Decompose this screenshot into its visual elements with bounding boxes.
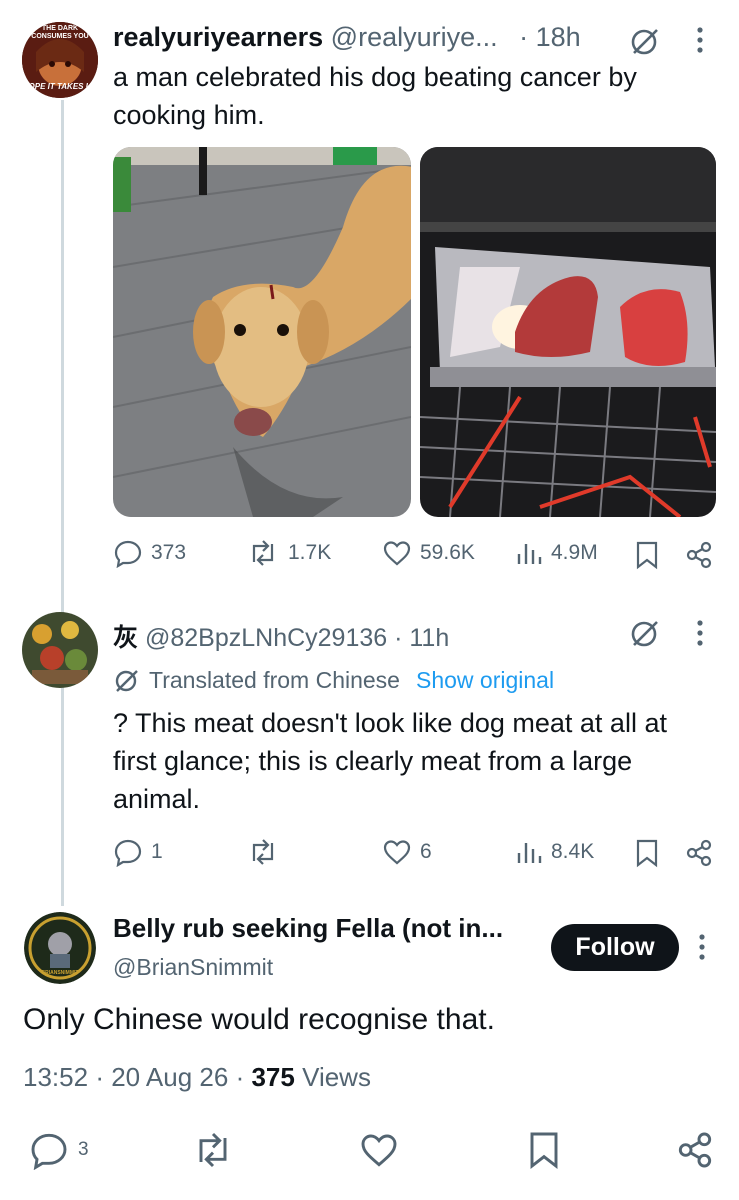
like-count: 6 bbox=[420, 840, 432, 863]
share-icon[interactable] bbox=[684, 838, 714, 873]
repost-icon bbox=[252, 540, 274, 566]
media-photo-oven[interactable] bbox=[420, 147, 716, 517]
avatar[interactable]: BRIANSNIMMIT bbox=[24, 912, 96, 984]
reply-button[interactable]: 3 bbox=[28, 1130, 89, 1170]
avatar-image bbox=[22, 612, 98, 688]
bookmark-icon[interactable] bbox=[528, 1130, 560, 1175]
post-date: 20 Aug 26 bbox=[111, 1062, 229, 1092]
tweet-meta: 13:52 · 20 Aug 26 · 375 Views bbox=[23, 1062, 371, 1092]
share-icon[interactable] bbox=[675, 1130, 715, 1175]
avatar[interactable] bbox=[22, 612, 98, 688]
media-photo-dog[interactable] bbox=[113, 147, 411, 517]
repost-icon[interactable] bbox=[190, 1130, 236, 1175]
repost-icon bbox=[252, 839, 274, 865]
translated-label: Translated from Chinese bbox=[149, 666, 400, 693]
views-icon bbox=[517, 544, 542, 564]
views-button[interactable]: 8.4K bbox=[515, 837, 594, 867]
tweet-text: a man celebrated his dog beating cancer … bbox=[113, 62, 637, 130]
repost-count: 1.7K bbox=[288, 541, 332, 564]
tweet-header: realyuriyearners @realyuriye... · 18h bbox=[113, 22, 581, 53]
like-button[interactable]: 59.6K bbox=[382, 538, 475, 568]
display-name[interactable]: realyuriyearners bbox=[113, 22, 323, 52]
show-original-link[interactable]: Show original bbox=[416, 667, 554, 694]
translate-icon bbox=[115, 670, 138, 692]
views-label[interactable]: Views bbox=[302, 1062, 371, 1092]
like-button[interactable]: 6 bbox=[382, 837, 432, 867]
more-icon[interactable] bbox=[693, 24, 707, 61]
views-icon bbox=[517, 843, 542, 863]
avatar[interactable]: THE DARK CONSUMES YOU OPE IT TAKES U bbox=[22, 22, 98, 98]
views-count[interactable]: 375 bbox=[251, 1062, 294, 1092]
tweet-header: 灰 @82BpzLNhCy29136 · 11h bbox=[113, 618, 449, 654]
display-name[interactable]: 灰 bbox=[113, 624, 138, 652]
grok-icon[interactable] bbox=[629, 25, 661, 62]
reply-count: 1 bbox=[151, 840, 163, 863]
share-icon[interactable] bbox=[684, 540, 714, 575]
avatar-caption-top: THE DARK CONSUMES YOU bbox=[31, 25, 89, 40]
translation-bar: Translated from Chinese Show original bbox=[113, 666, 554, 694]
reply-icon bbox=[31, 1133, 67, 1170]
reply-icon bbox=[114, 540, 142, 568]
thread-line bbox=[61, 100, 64, 906]
like-icon[interactable] bbox=[358, 1130, 400, 1175]
grok-icon[interactable] bbox=[629, 617, 661, 654]
reply-count: 3 bbox=[78, 1139, 89, 1160]
like-icon bbox=[383, 840, 411, 865]
avatar-caption: BRIANSNIMMIT bbox=[41, 970, 79, 976]
handle[interactable]: @BrianSnimmit bbox=[113, 954, 273, 981]
follow-button[interactable]: Follow bbox=[551, 924, 679, 971]
views-count: 8.4K bbox=[551, 840, 595, 863]
more-icon[interactable] bbox=[693, 617, 707, 654]
more-icon[interactable] bbox=[695, 931, 709, 968]
handle[interactable]: @realyuriye... bbox=[331, 22, 498, 52]
reply-icon bbox=[114, 839, 142, 867]
reply-button[interactable]: 373 bbox=[113, 538, 186, 568]
post-time: 13:52 bbox=[23, 1062, 89, 1092]
timestamp[interactable]: · 18h bbox=[519, 22, 581, 52]
bookmark-icon[interactable] bbox=[635, 540, 659, 575]
tweet-text: ? This meat doesn't look like dog meat a… bbox=[113, 708, 667, 814]
like-count: 59.6K bbox=[420, 541, 475, 564]
tweet-text: Only Chinese would recognise that. bbox=[23, 1003, 495, 1036]
views-count: 4.9M bbox=[551, 541, 598, 564]
avatar-caption-bottom: OPE IT TAKES U bbox=[28, 82, 92, 91]
views-button[interactable]: 4.9M bbox=[515, 538, 598, 568]
reply-button[interactable]: 1 bbox=[113, 837, 163, 867]
display-name[interactable]: Belly rub seeking Fella (not in... bbox=[113, 913, 503, 944]
like-icon bbox=[383, 541, 411, 566]
handle[interactable]: @82BpzLNhCy29136 · 11h bbox=[145, 624, 449, 652]
bookmark-icon[interactable] bbox=[635, 838, 659, 873]
repost-button[interactable] bbox=[246, 837, 280, 867]
reply-count: 373 bbox=[151, 541, 187, 564]
repost-button[interactable]: 1.7K bbox=[246, 538, 331, 568]
